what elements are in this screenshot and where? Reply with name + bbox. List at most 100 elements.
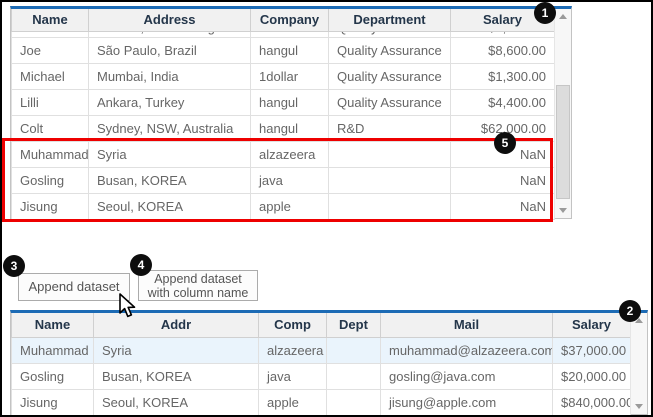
table-cell[interactable]: $20,000.00	[553, 363, 631, 389]
table-cell[interactable]: Quality Assurance	[329, 63, 451, 89]
source-table: NameAddressCompanyDepartmentSalary LizaL…	[11, 9, 555, 220]
table-cell[interactable]: Seoul, KOREA	[94, 389, 259, 415]
table-cell[interactable]	[329, 167, 451, 193]
table-row[interactable]: Gosling Busan, KOREAjava NaN	[12, 167, 555, 193]
table-cell[interactable]: Quality Assurance	[329, 37, 451, 63]
table-cell[interactable]: Lilli	[12, 89, 89, 115]
table-cell[interactable]: alzazeera	[251, 141, 329, 167]
vertical-scrollbar[interactable]	[554, 9, 571, 218]
table-row[interactable]: Joe São Paulo, BrazilhangulQuality Assura…	[12, 37, 555, 63]
cell-text: NaN	[520, 147, 546, 162]
table-cell[interactable]: NaN	[451, 193, 555, 219]
table-cell[interactable]: hangul	[251, 89, 329, 115]
cell-text: Quality Assurance	[337, 31, 442, 37]
table-cell[interactable]: Busan, KOREA	[94, 363, 259, 389]
table-row[interactable]: ColtSydney, NSW, AustraliahangulR&D $62,0…	[12, 115, 555, 141]
table-cell[interactable]: Mumbai, India	[89, 63, 251, 89]
table-cell[interactable]: Syria	[94, 337, 259, 363]
table-row[interactable]: JisungSeoul, KOREAapple NaN	[12, 193, 555, 219]
table-row[interactable]: Michael Mumbai, India 1dollar Quality Assur…	[12, 63, 555, 89]
table-cell[interactable]: Colt	[12, 115, 89, 141]
table-cell[interactable]	[327, 337, 381, 363]
column-header[interactable]: Mail	[381, 313, 553, 337]
table-cell[interactable]: R&D	[329, 115, 451, 141]
cell-text: java	[267, 369, 291, 384]
cell-text: Muhammad	[20, 343, 89, 358]
scroll-down-button[interactable]	[555, 202, 571, 218]
column-header[interactable]: Name	[12, 313, 94, 337]
table-cell[interactable]: Jisung	[12, 193, 89, 219]
append-dataset-label: Append dataset	[28, 280, 119, 294]
table-cell[interactable]: Quality Assurance	[329, 31, 451, 37]
cell-text: Joe	[20, 43, 41, 58]
table-cell[interactable]	[329, 193, 451, 219]
cell-text: Lilli	[20, 95, 39, 110]
table-cell[interactable]: hangul	[251, 37, 329, 63]
table-cell[interactable]: hangul	[251, 115, 329, 141]
cell-text: Gosling	[20, 173, 64, 188]
table-cell[interactable]	[327, 363, 381, 389]
table-cell[interactable]: gosling@java.com	[381, 363, 553, 389]
table-cell[interactable]: Michael	[12, 63, 89, 89]
table-cell[interactable]: apple	[251, 193, 329, 219]
table-row[interactable]: Gosling Busan, KOREA java gosling@java.com$…	[12, 363, 631, 389]
triangle-down-icon	[559, 208, 567, 213]
header-row: NameAddressCompanyDepartmentSalary	[12, 9, 555, 31]
table-cell[interactable]: Busan, KOREA	[89, 167, 251, 193]
table-row[interactable]: JisungSeoul, KOREAapple jisung@apple.com$…	[12, 389, 631, 415]
table-row[interactable]: MuhammadSyriaalzazeera NaN	[12, 141, 555, 167]
table-row[interactable]: Muhammad Syriaalzazeera muhammad@alzazeera…	[12, 337, 631, 363]
scrollbar-thumb[interactable]	[556, 85, 570, 199]
table-cell[interactable]: Ankara, Turkey	[89, 89, 251, 115]
table-cell[interactable]: $1,300.00	[451, 63, 555, 89]
cell-text: NaN	[520, 173, 546, 188]
cell-text: Gosling	[20, 369, 64, 384]
table-cell[interactable]: $4,400.00	[451, 89, 555, 115]
table-cell[interactable]: São Paulo, Brazil	[89, 37, 251, 63]
vertical-scrollbar[interactable]	[630, 313, 647, 414]
table-cell[interactable]: Syria	[89, 141, 251, 167]
table-cell[interactable]: London, United Kingdom	[89, 31, 251, 37]
table-cell[interactable]: muhammad@alzazeera.com	[381, 337, 553, 363]
table-cell[interactable]: java	[251, 167, 329, 193]
table-cell[interactable]: Muhammad	[12, 141, 89, 167]
table-cell[interactable]: jisung@apple.com	[381, 389, 553, 415]
table-cell[interactable]: Quality Assurance	[329, 89, 451, 115]
table-cell[interactable]: $37,000.00	[553, 337, 631, 363]
table-cell[interactable]: Jisung	[12, 389, 94, 415]
cell-text: NaN	[520, 199, 546, 214]
column-header[interactable]: Company	[251, 9, 329, 31]
table-cell[interactable]: Muhammad	[12, 337, 94, 363]
scroll-up-button[interactable]	[555, 9, 571, 25]
table-row[interactable]: Lilli Ankara, Turkey hangulQuality Assuran…	[12, 89, 555, 115]
table-cell[interactable]: alzazeera	[259, 337, 327, 363]
cell-text: 1dollar	[259, 69, 298, 84]
column-header[interactable]: Department	[329, 9, 451, 31]
column-header[interactable]: Comp	[259, 313, 327, 337]
append-dataset-button[interactable]: Append dataset	[18, 273, 130, 301]
table-cell[interactable]: Gosling	[12, 363, 94, 389]
table-cell[interactable]: 1dollar	[251, 63, 329, 89]
column-header[interactable]: Dept	[327, 313, 381, 337]
scroll-down-button[interactable]	[631, 398, 647, 414]
table-cell[interactable]: $8,600.00	[451, 37, 555, 63]
column-header[interactable]: Name	[12, 9, 89, 31]
table-cell[interactable]: Gosling	[12, 167, 89, 193]
cell-text: Mumbai, India	[97, 69, 179, 84]
table-cell[interactable]	[327, 389, 381, 415]
table-cell[interactable]	[329, 141, 451, 167]
table-cell[interactable]: $840,000.00	[553, 389, 631, 415]
cell-text: $62,000.00	[481, 121, 546, 136]
table-cell[interactable]: Joe	[12, 37, 89, 63]
column-header[interactable]: Salary	[553, 313, 631, 337]
table-cell[interactable]: apple	[259, 389, 327, 415]
screenshot-frame: NameAddressCompanyDepartmentSalary LizaL…	[0, 0, 653, 417]
append-dataset-with-column-name-button[interactable]: Append dataset with column name	[138, 270, 258, 301]
table-cell[interactable]: NaN	[451, 167, 555, 193]
table-cell[interactable]: java	[259, 363, 327, 389]
cell-text: Ankara, Turkey	[97, 95, 184, 110]
column-header[interactable]: Address	[89, 9, 251, 31]
cell-text: $37,000.00	[561, 343, 626, 358]
table-cell[interactable]: Sydney, NSW, Australia	[89, 115, 251, 141]
table-cell[interactable]: Seoul, KOREA	[89, 193, 251, 219]
